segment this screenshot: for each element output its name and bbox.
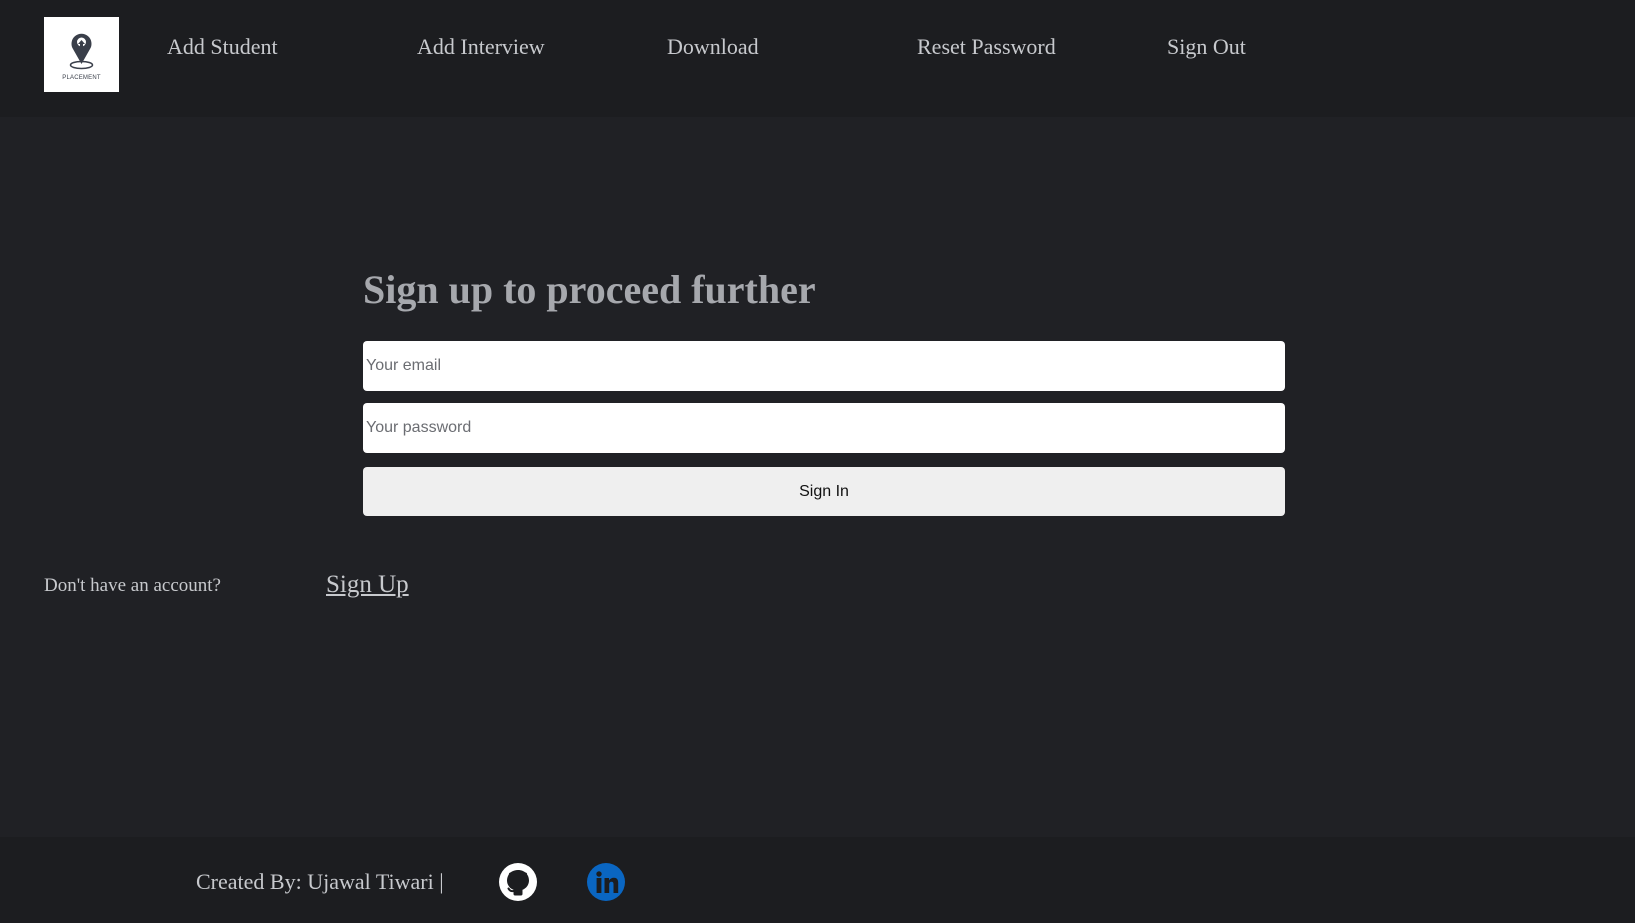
sign-up-link[interactable]: Sign Up [326,571,409,599]
no-account-text: Don't have an account? [44,575,221,596]
page-title: Sign up to proceed further [363,267,816,312]
password-field[interactable] [363,403,1285,453]
nav-download[interactable]: Download [667,34,759,60]
email-field[interactable] [363,341,1285,391]
nav-sign-out[interactable]: Sign Out [1167,34,1246,60]
linkedin-icon[interactable] [586,862,626,902]
footer-credit: Created By: Ujawal Tiwari | [196,869,444,894]
placement-logo[interactable]: PLACEMENT [44,17,119,92]
github-icon[interactable] [498,862,538,902]
footer: Created By: Ujawal Tiwari | [0,837,1635,923]
logo-text: PLACEMENT [62,75,101,81]
nav-add-interview[interactable]: Add Interview [417,34,545,60]
nav-reset-password[interactable]: Reset Password [917,34,1056,60]
navbar: PLACEMENT Add Student Add Interview Down… [0,0,1635,117]
sign-in-button[interactable]: Sign In [363,467,1285,516]
nav-add-student[interactable]: Add Student [167,34,278,60]
